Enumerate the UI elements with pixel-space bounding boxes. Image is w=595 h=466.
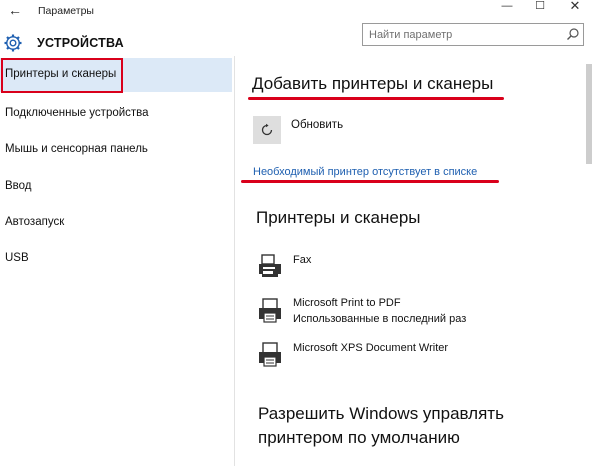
sidebar-item-label: Ввод: [5, 180, 32, 192]
maximize-button[interactable]: ☐: [530, 0, 550, 13]
sidebar-item-label: Автозапуск: [5, 216, 65, 228]
refresh-icon: [261, 123, 273, 136]
device-name-fax[interactable]: Fax: [293, 254, 311, 266]
refresh-label[interactable]: Обновить: [291, 119, 343, 131]
refresh-button[interactable]: [253, 116, 281, 144]
search-icon[interactable]: [566, 27, 580, 41]
scrollbar-thumb[interactable]: [586, 64, 592, 164]
title-bar: ← Параметры — ☐ ✕: [0, 0, 595, 22]
sidebar-item-typing[interactable]: Ввод: [0, 170, 232, 204]
back-button[interactable]: ←: [8, 2, 22, 18]
add-printers-heading: Добавить принтеры и сканеры: [252, 74, 494, 93]
sidebar-item-label: USB: [5, 252, 29, 264]
device-name-pdf[interactable]: Microsoft Print to PDF: [293, 297, 401, 309]
printer-icon: [259, 298, 281, 323]
sidebar-item-autoplay[interactable]: Автозапуск: [0, 206, 232, 240]
printers-heading: Принтеры и сканеры: [256, 208, 421, 227]
sidebar-item-connected-devices[interactable]: Подключенные устройства: [0, 97, 232, 131]
search-box[interactable]: [362, 23, 584, 46]
search-input[interactable]: [369, 27, 559, 42]
section-title: УСТРОЙСТВА: [37, 36, 124, 50]
printer-not-listed-link[interactable]: Необходимый принтер отсутствует в списке: [253, 166, 477, 178]
red-highlight-box: [1, 58, 123, 93]
default-printer-heading-line2: принтером по умолчанию: [258, 428, 460, 447]
sidebar-item-mouse[interactable]: Мышь и сенсорная панель: [0, 133, 232, 167]
device-name-xps[interactable]: Microsoft XPS Document Writer: [293, 342, 448, 354]
fax-icon: [259, 254, 281, 277]
sidebar-item-label: Подключенные устройства: [5, 107, 149, 119]
printer-icon: [259, 342, 281, 367]
sidebar-item-label: Мышь и сенсорная панель: [5, 143, 148, 155]
red-underline-link: [241, 180, 499, 183]
scrollbar[interactable]: [584, 56, 594, 466]
device-status-pdf: Использованные в последний раз: [293, 313, 467, 325]
window-title: Параметры: [38, 5, 94, 17]
default-printer-heading-line1: Разрешить Windows управлять: [258, 404, 504, 423]
gear-icon: [4, 34, 22, 52]
pane-divider: [234, 56, 235, 466]
close-button[interactable]: ✕: [565, 0, 585, 13]
default-printer-heading: Разрешить Windows управлять принтером по…: [258, 402, 558, 450]
minimize-button[interactable]: —: [497, 0, 517, 14]
sidebar: Принтеры и сканеры Подключенные устройст…: [0, 56, 232, 466]
sidebar-item-usb[interactable]: USB: [0, 242, 232, 276]
red-underline-heading: [248, 97, 504, 100]
